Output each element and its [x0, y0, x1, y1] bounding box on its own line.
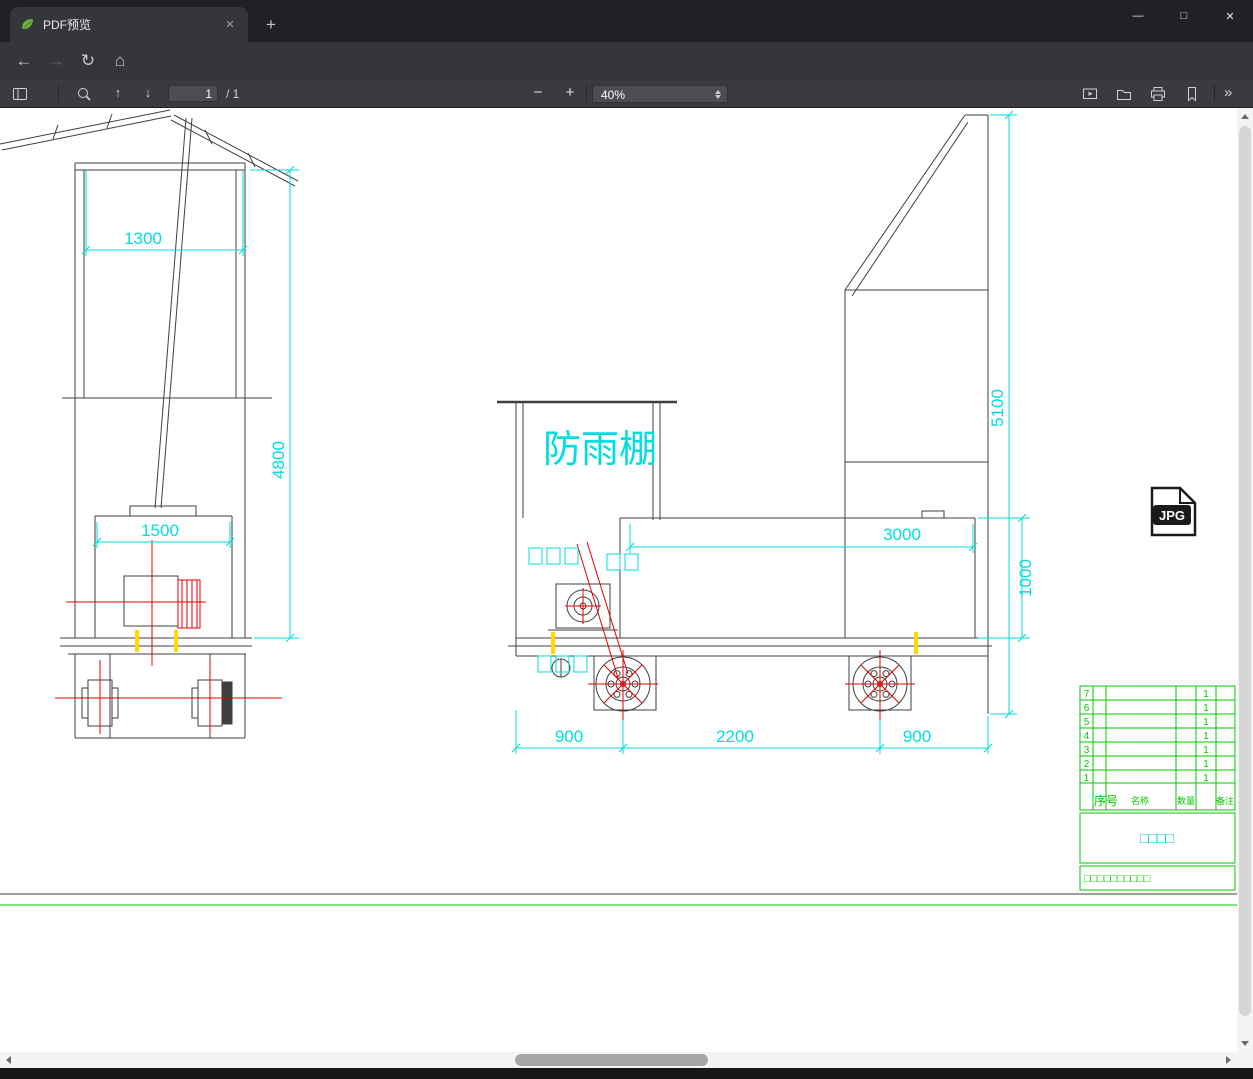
- dim-900-left: 900: [555, 727, 583, 746]
- cad-side-view: [497, 114, 992, 714]
- pdf-toolbar: ↑ ↓ 1 / 1 − + 40% »: [0, 80, 1253, 108]
- zoom-value: 40%: [601, 88, 626, 102]
- svg-text:3: 3: [1084, 745, 1090, 756]
- cad-title-block: [1079, 685, 1236, 891]
- vertical-scroll-thumb[interactable]: [1239, 126, 1251, 1016]
- serial-header: 序号: [1094, 793, 1118, 808]
- title-block-footer-text: □□□□□□□□□□: [1084, 873, 1151, 885]
- close-button[interactable]: ✕: [1207, 0, 1253, 32]
- window-controls: — □ ✕: [1115, 0, 1253, 32]
- svg-text:4: 4: [1084, 731, 1090, 742]
- svg-text:1: 1: [1203, 717, 1209, 728]
- reload-icon[interactable]: ↻: [76, 49, 100, 73]
- tab-close-icon[interactable]: ✕: [222, 17, 238, 33]
- name-header: 名称: [1131, 795, 1149, 806]
- svg-text:1: 1: [1084, 773, 1090, 784]
- pdf-page: 1300 4800 1500 5100 3000 1000 900 2200 9…: [0, 108, 1237, 1052]
- cad-front-view: [0, 109, 299, 739]
- dim-900-right: 900: [903, 727, 931, 746]
- svg-text:5: 5: [1084, 717, 1090, 728]
- browser-tab[interactable]: PDF预览 ✕: [10, 7, 248, 42]
- navigation-bar: ← → ↻ ⌂ i localhost:8012/onlinePreview?u…: [0, 42, 1253, 117]
- cad-markers-yellow: [135, 630, 918, 654]
- svg-text:1: 1: [1203, 745, 1209, 756]
- previous-page-icon[interactable]: ↑: [110, 85, 126, 101]
- title-block-center-text: □□□□: [1140, 830, 1174, 846]
- page-number-input[interactable]: 1: [168, 85, 218, 102]
- home-icon[interactable]: ⌂: [108, 49, 132, 73]
- tab-title: PDF预览: [43, 18, 92, 32]
- canopy-label: 防雨棚: [543, 429, 657, 471]
- dim-1000: 1000: [1016, 559, 1035, 597]
- svg-text:1: 1: [1203, 731, 1209, 742]
- horizontal-scroll-thumb[interactable]: [515, 1054, 708, 1066]
- svg-text:7: 7: [1084, 689, 1090, 700]
- dim-4800: 4800: [269, 441, 288, 479]
- new-tab-button[interactable]: +: [258, 12, 284, 38]
- svg-text:1: 1: [1203, 703, 1209, 714]
- cad-sheet-border: [0, 893, 1237, 906]
- vertical-scrollbar[interactable]: [1237, 108, 1253, 1052]
- jpg-file-icon: JPG: [1150, 486, 1197, 537]
- title-bar: PDF预览 ✕ + — □ ✕: [0, 0, 1253, 42]
- spring-leaf-favicon: [22, 19, 34, 29]
- minimize-button[interactable]: —: [1115, 0, 1161, 32]
- sidebar-toggle-icon[interactable]: [12, 86, 28, 102]
- presentation-mode-icon[interactable]: [1082, 86, 1098, 102]
- svg-text:1: 1: [1203, 689, 1209, 700]
- note-header: 备注: [1216, 795, 1234, 806]
- open-file-icon[interactable]: [1116, 86, 1132, 102]
- dim-1500: 1500: [141, 521, 179, 540]
- scroll-down-arrow[interactable]: [1241, 1041, 1249, 1046]
- dim-3000: 3000: [883, 525, 921, 544]
- scrollbar-corner: [1237, 1052, 1253, 1068]
- svg-text:6: 6: [1084, 703, 1090, 714]
- dim-1300: 1300: [124, 229, 162, 248]
- zoom-select[interactable]: 40%: [592, 85, 728, 103]
- cad-dimension-labels: 1300 4800 1500 5100 3000 1000 900 2200 9…: [124, 229, 1035, 746]
- horizontal-scrollbar[interactable]: [0, 1052, 1237, 1068]
- qty-header: 数量: [1177, 795, 1195, 806]
- page-total-label: / 1: [226, 87, 240, 101]
- back-icon[interactable]: ←: [12, 49, 36, 73]
- more-tools-icon[interactable]: »: [1224, 84, 1232, 101]
- next-page-icon[interactable]: ↓: [140, 85, 156, 101]
- svg-text:2: 2: [1084, 759, 1090, 770]
- scroll-right-arrow[interactable]: [1226, 1056, 1231, 1064]
- svg-text:1: 1: [1203, 759, 1209, 770]
- maximize-button[interactable]: □: [1161, 0, 1207, 32]
- scroll-left-arrow[interactable]: [6, 1056, 11, 1064]
- print-icon[interactable]: [1150, 86, 1166, 102]
- dim-5100: 5100: [988, 389, 1007, 427]
- svg-text:1: 1: [1203, 773, 1209, 784]
- bookmark-icon[interactable]: [1184, 86, 1200, 102]
- dim-2200: 2200: [716, 727, 754, 746]
- window-bottom-edge: [0, 1068, 1253, 1079]
- cad-centerlines-red: [55, 540, 915, 734]
- cad-drawing-canvas: 1300 4800 1500 5100 3000 1000 900 2200 9…: [0, 109, 1237, 906]
- zoom-out-button[interactable]: −: [528, 83, 548, 103]
- search-icon[interactable]: [76, 86, 92, 102]
- forward-icon[interactable]: →: [44, 49, 68, 73]
- jpg-badge-label: JPG: [1159, 508, 1185, 523]
- scroll-up-arrow[interactable]: [1241, 114, 1249, 119]
- zoom-in-button[interactable]: +: [560, 83, 580, 103]
